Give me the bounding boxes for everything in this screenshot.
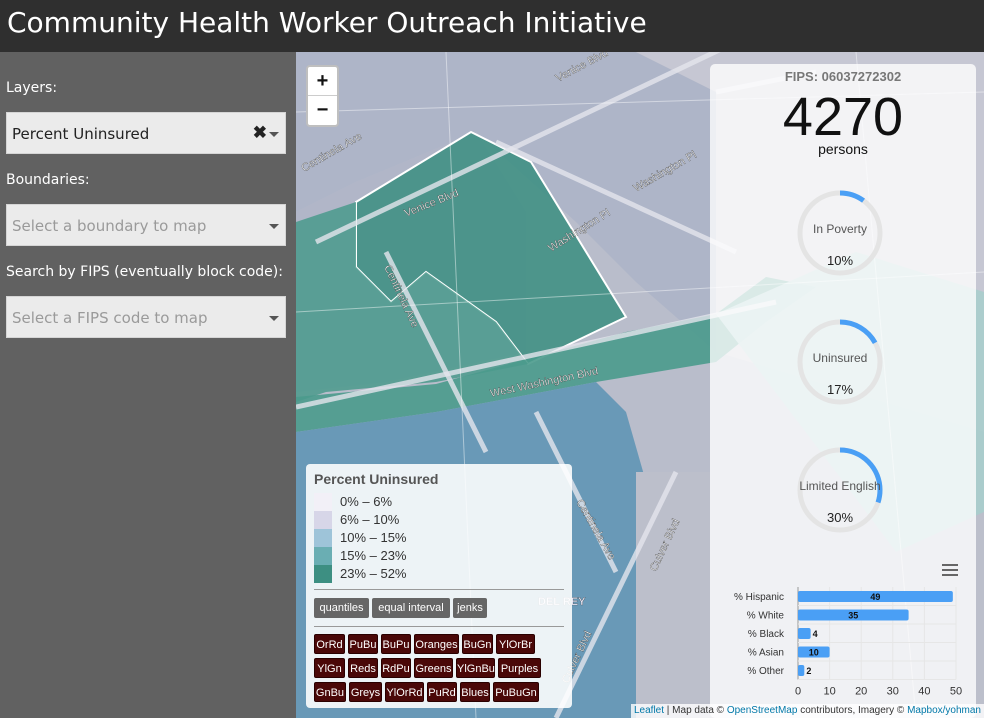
- legend-row: 6% – 10%: [314, 511, 514, 529]
- boundaries-select[interactable]: Select a boundary to map: [6, 204, 286, 246]
- palette-button-orrd[interactable]: OrRd: [314, 634, 345, 654]
- legend-swatch: [314, 529, 332, 547]
- app-title: Community Health Worker Outreach Initiat…: [7, 6, 647, 39]
- sidebar: Layers: Percent Uninsured ✖ Boundaries: …: [0, 52, 296, 718]
- gauge-label: In Poverty: [812, 222, 868, 236]
- map-legend: Percent Uninsured 0% – 6% 6% – 10% 10% – 1…: [306, 464, 572, 708]
- palette-button-greens[interactable]: Greens: [414, 658, 453, 678]
- app-header: Community Health Worker Outreach Initiat…: [0, 0, 984, 52]
- palette-button-pubugn[interactable]: PuBuGn: [493, 682, 539, 702]
- menu-icon[interactable]: [942, 564, 958, 576]
- palette-button-ylgnbu[interactable]: YlGnBu: [456, 658, 495, 678]
- category-label: % White: [747, 611, 785, 622]
- gauge-value: 17%: [826, 382, 854, 397]
- palette-button-gnbu[interactable]: GnBu: [314, 682, 346, 702]
- bar-value-label: 10: [809, 648, 819, 658]
- layers-select-value: Percent Uninsured: [12, 125, 150, 143]
- legend-label: 0% – 6%: [340, 494, 393, 509]
- map-attribution: Leaflet | Map data © OpenStreetMap contr…: [631, 704, 984, 718]
- fips-search-label: Search by FIPS (eventually block code):: [6, 264, 283, 280]
- palette-button-pubu[interactable]: PuBu: [348, 634, 378, 654]
- population-unit: persons: [818, 141, 868, 157]
- palette-button-oranges[interactable]: Oranges: [414, 634, 459, 654]
- zoom-in-button[interactable]: +: [308, 67, 337, 96]
- gauge-label: Uninsured: [812, 351, 868, 365]
- palette-button-ylgn[interactable]: YlGn: [314, 658, 345, 678]
- palette-button-bupu[interactable]: BuPu: [381, 634, 411, 654]
- fips-select[interactable]: Select a FIPS code to map: [6, 296, 286, 338]
- palette-button-ylorbr[interactable]: YlOrBr: [496, 634, 535, 654]
- palette-button-greys[interactable]: Greys: [349, 682, 382, 702]
- palette-button-purples[interactable]: Purples: [498, 658, 541, 678]
- info-panel: FIPS: 06037272302 4270 persons In Povert…: [710, 64, 976, 718]
- legend-row: 0% – 6%: [314, 493, 514, 511]
- layers-select[interactable]: Percent Uninsured ✖: [6, 112, 286, 154]
- x-tick-label: 0: [795, 686, 801, 698]
- category-label: % Hispanic: [734, 592, 784, 603]
- legend-title: Percent Uninsured: [314, 471, 439, 487]
- mapbox-link[interactable]: Mapbox/yohman: [907, 705, 981, 716]
- gauge: In Poverty 10%: [794, 187, 886, 279]
- equal-interval-button[interactable]: equal interval: [372, 598, 450, 618]
- category-label: % Black: [748, 629, 785, 640]
- legend-swatch: [314, 511, 332, 529]
- osm-link[interactable]: OpenStreetMap: [727, 705, 798, 716]
- bar[interactable]: [798, 665, 805, 676]
- category-label: % Other: [747, 666, 784, 677]
- zoom-control: + −: [306, 65, 339, 127]
- bar-value-label: 4: [813, 629, 818, 639]
- jenks-button[interactable]: jenks: [453, 598, 487, 618]
- gauge-value: 30%: [826, 510, 854, 525]
- legend-swatch: [314, 565, 332, 583]
- legend-row: 10% – 15%: [314, 529, 514, 547]
- palette-button-purd[interactable]: PuRd: [427, 682, 457, 702]
- x-tick-label: 50: [950, 686, 962, 698]
- palette-button-blues[interactable]: Blues: [460, 682, 490, 702]
- boundaries-select-placeholder: Select a boundary to map: [12, 217, 207, 235]
- legend-label: 6% – 10%: [340, 512, 400, 527]
- map[interactable]: Venice Blvd Centinela Ave Washington Pl …: [296, 52, 984, 718]
- category-label: % Asian: [748, 648, 784, 659]
- gauge-value: 10%: [826, 253, 854, 268]
- fips-code: FIPS: 06037272302: [784, 69, 902, 84]
- population-count: 4270: [782, 87, 904, 147]
- legend-label: 10% – 15%: [340, 530, 407, 545]
- legend-swatch: [314, 547, 332, 565]
- bar-value-label: 49: [870, 592, 880, 602]
- clear-icon[interactable]: ✖: [253, 123, 267, 143]
- chevron-down-icon[interactable]: [269, 132, 279, 137]
- attribution-text: | Map data ©: [664, 705, 727, 716]
- quantiles-button[interactable]: quantiles: [314, 598, 369, 618]
- legend-swatch: [314, 493, 332, 511]
- x-tick-label: 10: [823, 686, 835, 698]
- attribution-text: contributors, Imagery ©: [797, 705, 908, 716]
- legend-label: 23% – 52%: [340, 566, 407, 581]
- palette-button-reds[interactable]: Reds: [348, 658, 378, 678]
- bar-value-label: 2: [806, 666, 811, 676]
- gauge-label: Limited English: [799, 479, 881, 493]
- x-tick-label: 20: [855, 686, 867, 698]
- legend-row: 15% – 23%: [314, 547, 514, 565]
- chevron-down-icon[interactable]: [269, 316, 279, 321]
- demographics-bar-chart: 0 10 20 30 40 50 % Hispanic 49 % White 35 % Black 4…: [734, 587, 962, 698]
- gauge: Uninsured 17%: [794, 316, 886, 408]
- boundaries-label: Boundaries:: [6, 172, 90, 188]
- palette-button-bugn[interactable]: BuGn: [462, 634, 493, 654]
- palette-button-rdpu[interactable]: RdPu: [381, 658, 411, 678]
- palette-button-ylorrd[interactable]: YlOrRd: [385, 682, 424, 702]
- x-tick-label: 30: [887, 686, 899, 698]
- bar-value-label: 35: [848, 611, 858, 621]
- legend-label: 15% – 23%: [340, 548, 407, 563]
- gauge: Limited English 30%: [794, 444, 886, 536]
- legend-divider: [314, 589, 564, 590]
- leaflet-link[interactable]: Leaflet: [634, 705, 664, 716]
- chevron-down-icon[interactable]: [269, 224, 279, 229]
- legend-row: 23% – 52%: [314, 565, 514, 583]
- legend-divider: [314, 626, 564, 627]
- zoom-out-button[interactable]: −: [308, 96, 337, 125]
- bar[interactable]: [798, 628, 811, 639]
- fips-select-placeholder: Select a FIPS code to map: [12, 309, 208, 327]
- layers-label: Layers:: [6, 80, 58, 96]
- x-tick-label: 40: [918, 686, 930, 698]
